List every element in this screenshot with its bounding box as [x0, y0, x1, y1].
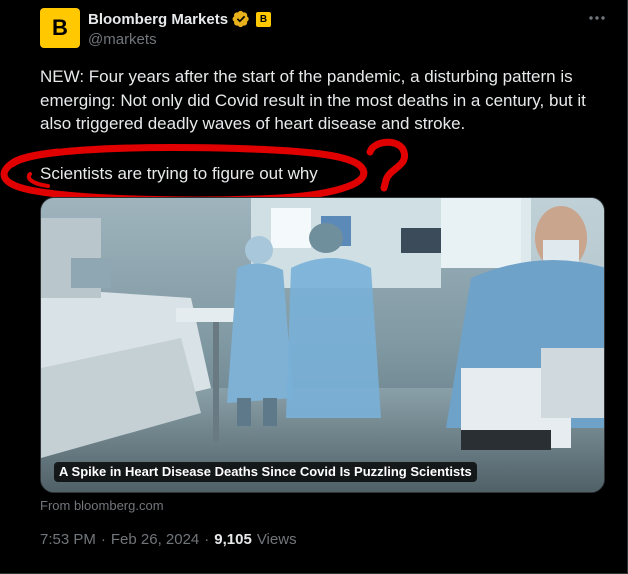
- tweet-time[interactable]: 7:53 PM: [40, 531, 96, 548]
- tweet-date[interactable]: Feb 26, 2024: [111, 531, 199, 548]
- more-options-button[interactable]: [583, 8, 611, 28]
- tweet-text: NEW: Four years after the start of the p…: [40, 67, 586, 133]
- author-name-row: Bloomberg Markets B: [88, 10, 272, 28]
- affiliate-badge-icon[interactable]: B: [256, 11, 272, 27]
- views-count: 9,105: [214, 531, 252, 548]
- hospital-ward-photo: [41, 198, 604, 492]
- meta-separator: ·: [204, 531, 210, 548]
- views-label: Views: [256, 531, 297, 548]
- avatar-logo: B: [40, 8, 80, 48]
- meta-separator: ·: [100, 531, 106, 548]
- link-card[interactable]: A Spike in Heart Disease Deaths Since Co…: [40, 197, 605, 493]
- tweet-highlighted-sentence: Scientists are trying to figure out why: [40, 164, 318, 183]
- card-headline[interactable]: A Spike in Heart Disease Deaths Since Co…: [54, 462, 477, 482]
- author-handle[interactable]: @markets: [88, 31, 157, 48]
- more-horizontal-icon: [589, 16, 605, 20]
- tweet-meta: 7:53 PM · Feb 26, 2024 · 9,105 Views: [40, 531, 297, 548]
- verified-badge-icon[interactable]: [232, 10, 250, 28]
- card-source[interactable]: From bloomberg.com: [40, 498, 164, 513]
- author-display-name[interactable]: Bloomberg Markets: [88, 11, 228, 28]
- author-avatar[interactable]: B: [40, 8, 80, 48]
